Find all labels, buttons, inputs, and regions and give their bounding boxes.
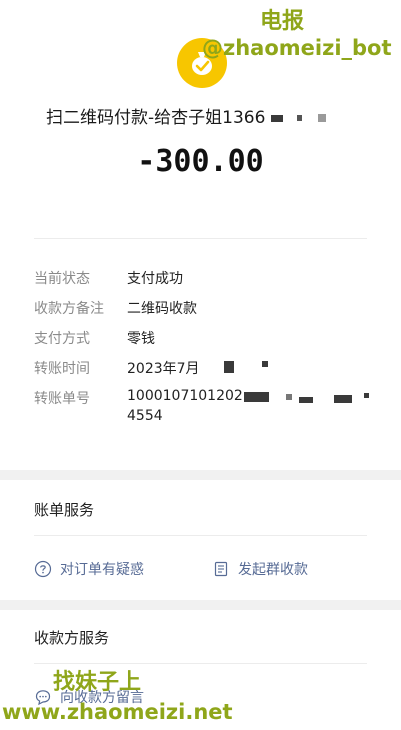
detail-value-continued: 4554 <box>127 408 163 424</box>
detail-value: 二维码收款 <box>127 301 197 317</box>
payment-amount: -300.00 <box>137 144 264 179</box>
detail-value: 2023年7月 <box>127 361 200 377</box>
watermark-bottom-label: 找妹子上 <box>53 670 142 695</box>
detail-value: 零钱 <box>127 331 155 347</box>
redaction-mask <box>318 114 327 122</box>
detail-value: 1000107101202 <box>127 388 243 404</box>
question-circle-icon <box>34 560 52 578</box>
order-question-link[interactable]: 对订单有疑惑 <box>34 559 144 579</box>
order-question-label: 对订单有疑惑 <box>60 562 144 578</box>
detail-key: 收款方备注 <box>34 301 104 317</box>
detail-key: 当前状态 <box>34 271 90 287</box>
redaction-mask <box>297 115 303 121</box>
group-collection-link[interactable]: 发起群收款 <box>212 559 308 579</box>
detail-key: 转账时间 <box>34 361 90 377</box>
detail-key: 转账单号 <box>34 391 90 407</box>
section-separator <box>0 600 401 610</box>
redaction-mask <box>364 393 369 398</box>
watermark-top-label: 电报 <box>260 9 305 34</box>
divider <box>34 238 367 239</box>
redaction-mask <box>334 395 352 403</box>
document-icon <box>214 561 228 577</box>
merchant-title: 扫二维码付款-给杏子姐1366 <box>46 103 327 128</box>
bill-service-title: 账单服务 <box>34 501 95 519</box>
redaction-mask <box>299 397 313 403</box>
detail-value: 支付成功 <box>127 271 183 287</box>
merchant-name: 扫二维码付款-给杏子姐1366 <box>46 108 266 128</box>
section-separator <box>0 470 401 480</box>
group-collection-label: 发起群收款 <box>238 562 308 578</box>
watermark-bottom-url: www.zhaomeizi.net <box>2 700 233 724</box>
transaction-detail-panel: 扫二维码付款-给杏子姐1366 -300.00 当前状态 支付成功 收款方备注 … <box>0 0 401 470</box>
divider <box>34 535 367 536</box>
redaction-mask <box>286 394 292 400</box>
watermark-top-handle: @zhaomeizi_bot <box>202 36 392 60</box>
redaction-mask <box>271 114 284 122</box>
payee-service-title: 收款方服务 <box>34 629 110 647</box>
detail-key: 支付方式 <box>34 331 90 347</box>
redaction-mask <box>244 392 269 402</box>
redaction-mask <box>262 361 268 367</box>
redaction-mask <box>224 361 234 373</box>
